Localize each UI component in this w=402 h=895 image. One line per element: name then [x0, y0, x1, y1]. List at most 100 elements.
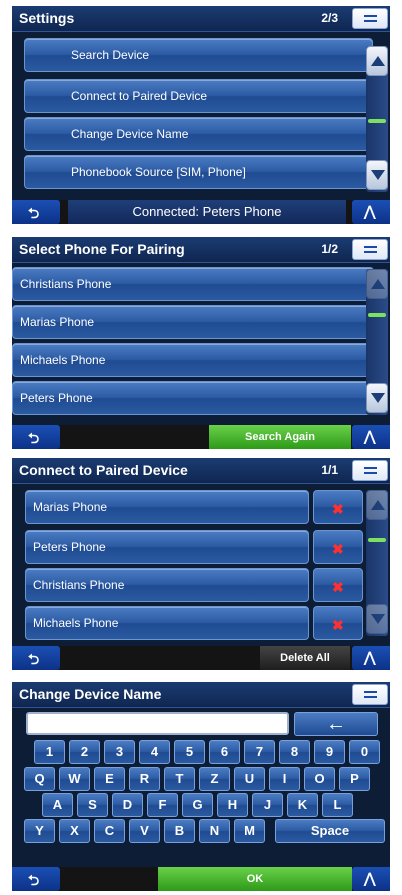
settings-screen: Settings 2/3 Search Device Connect to Pa…	[12, 6, 390, 224]
backspace-arrow-icon: ←	[326, 713, 346, 735]
page-title: Settings	[19, 10, 75, 26]
menu-item-change-name[interactable]: Change Device Name	[24, 117, 373, 151]
back-arrow-icon: ⮌	[28, 430, 40, 446]
delete-all-button[interactable]: Delete All	[260, 646, 350, 670]
key-p[interactable]: P	[339, 767, 370, 791]
phone-item[interactable]: Christians Phone	[12, 267, 374, 301]
menu-button[interactable]	[352, 239, 388, 260]
paired-device-item[interactable]: Christians Phone	[25, 568, 309, 602]
delete-x-icon: ✖	[332, 617, 344, 633]
rename-screen: Change Device Name ← 1234567890QWERTZUIO…	[12, 682, 390, 891]
menu-grid-icon-line	[364, 251, 377, 253]
menu-button[interactable]	[352, 684, 388, 705]
phone-name: Christians Phone	[20, 277, 112, 291]
key-g[interactable]: G	[182, 793, 213, 817]
scroll-up-button[interactable]	[366, 269, 388, 299]
key-m[interactable]: M	[234, 819, 265, 843]
scroll-down-button[interactable]	[366, 383, 388, 413]
key-o[interactable]: O	[304, 767, 335, 791]
key-n[interactable]: N	[199, 819, 230, 843]
key-f[interactable]: F	[147, 793, 178, 817]
key-a[interactable]: A	[42, 793, 73, 817]
menu-item-search-device[interactable]: Search Device	[24, 38, 373, 72]
key-9[interactable]: 9	[314, 740, 345, 764]
phone-item[interactable]: Peters Phone	[12, 381, 374, 415]
key-b[interactable]: B	[164, 819, 195, 843]
phone-item[interactable]: Michaels Phone	[12, 343, 374, 377]
up-button[interactable]: ⋀	[352, 646, 390, 670]
key-d[interactable]: D	[112, 793, 143, 817]
key-w[interactable]: W	[59, 767, 90, 791]
key-l[interactable]: L	[322, 793, 353, 817]
scroll-down-button[interactable]	[366, 160, 388, 190]
key-s[interactable]: S	[77, 793, 108, 817]
key-u[interactable]: U	[234, 767, 265, 791]
key-7[interactable]: 7	[244, 740, 275, 764]
scroll-up-button[interactable]	[366, 490, 388, 520]
key-4[interactable]: 4	[139, 740, 170, 764]
key-i[interactable]: I	[269, 767, 300, 791]
key-v[interactable]: V	[129, 819, 160, 843]
delete-x-icon: ✖	[332, 501, 344, 517]
scroll-thumb[interactable]	[368, 119, 386, 123]
phone-item[interactable]: Marias Phone	[12, 305, 374, 339]
key-y[interactable]: Y	[24, 819, 55, 843]
key-z[interactable]: Z	[199, 767, 230, 791]
scrollbar[interactable]	[366, 46, 388, 192]
key-j[interactable]: J	[252, 793, 283, 817]
arrow-up-icon	[371, 56, 385, 66]
key-2[interactable]: 2	[69, 740, 100, 764]
space-key[interactable]: Space	[275, 819, 385, 843]
back-button[interactable]: ⮌	[12, 646, 60, 670]
key-q[interactable]: Q	[24, 767, 55, 791]
up-button[interactable]: ⋀	[352, 200, 390, 224]
key-c[interactable]: C	[94, 819, 125, 843]
delete-device-button[interactable]: ✖	[313, 530, 363, 564]
delete-device-button[interactable]: ✖	[313, 490, 363, 524]
scroll-thumb[interactable]	[368, 313, 386, 317]
back-button[interactable]: ⮌	[12, 867, 60, 891]
key-3[interactable]: 3	[104, 740, 135, 764]
arrow-down-icon	[371, 170, 385, 180]
up-button[interactable]: ⋀	[352, 867, 390, 891]
up-button[interactable]: ⋀	[352, 425, 390, 449]
page-title: Connect to Paired Device	[19, 462, 188, 478]
delete-device-button[interactable]: ✖	[313, 568, 363, 602]
key-e[interactable]: E	[94, 767, 125, 791]
backspace-button[interactable]: ←	[294, 712, 378, 736]
key-t[interactable]: T	[164, 767, 195, 791]
paired-device-item[interactable]: Marias Phone	[25, 490, 309, 524]
key-k[interactable]: K	[287, 793, 318, 817]
bottom-bar: ⮌ Delete All ⋀	[12, 646, 390, 670]
chevron-up-icon: ⋀	[364, 870, 376, 886]
back-button[interactable]: ⮌	[12, 425, 60, 449]
key-x[interactable]: X	[59, 819, 90, 843]
menu-grid-icon	[364, 246, 377, 248]
key-6[interactable]: 6	[209, 740, 240, 764]
menu-item-phonebook-source[interactable]: Phonebook Source [SIM, Phone]	[24, 155, 373, 189]
paired-device-item[interactable]: Peters Phone	[25, 530, 309, 564]
key-1[interactable]: 1	[34, 740, 65, 764]
search-again-button[interactable]: Search Again	[209, 425, 351, 449]
key-5[interactable]: 5	[174, 740, 205, 764]
chevron-up-icon: ⋀	[364, 649, 376, 665]
scrollbar[interactable]	[366, 490, 388, 636]
menu-button[interactable]	[352, 460, 388, 481]
device-name: Christians Phone	[33, 578, 125, 592]
paired-device-item[interactable]: Michaels Phone	[25, 606, 309, 640]
menu-item-connect-paired[interactable]: Connect to Paired Device	[24, 79, 373, 113]
ok-button[interactable]: OK	[158, 867, 352, 891]
delete-device-button[interactable]: ✖	[313, 606, 363, 640]
scroll-down-button[interactable]	[366, 604, 388, 634]
scroll-thumb[interactable]	[368, 538, 386, 542]
key-0[interactable]: 0	[349, 740, 380, 764]
back-button[interactable]: ⮌	[12, 200, 60, 224]
menu-button[interactable]	[352, 8, 388, 29]
scroll-up-button[interactable]	[366, 46, 388, 76]
scrollbar[interactable]	[366, 269, 388, 415]
bottom-bar: ⮌ Search Again ⋀	[12, 425, 390, 449]
device-name-input[interactable]	[26, 712, 289, 735]
key-r[interactable]: R	[129, 767, 160, 791]
key-h[interactable]: H	[217, 793, 248, 817]
key-8[interactable]: 8	[279, 740, 310, 764]
